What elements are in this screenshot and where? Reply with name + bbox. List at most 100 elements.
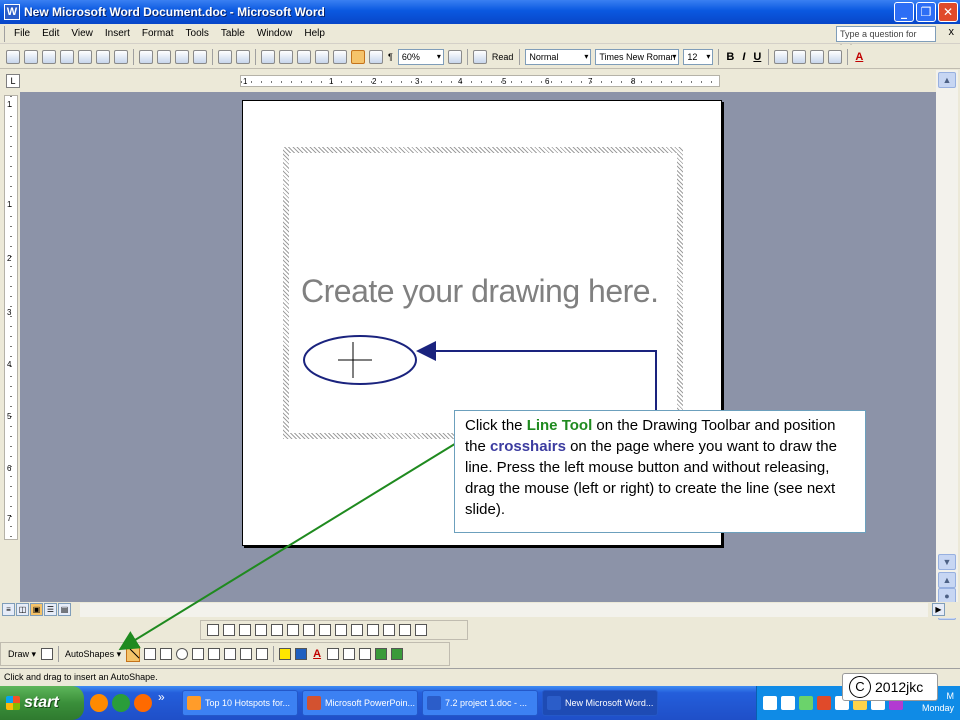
menu-view[interactable]: View	[65, 28, 99, 39]
line-style-icon[interactable]	[335, 624, 347, 636]
set-transparent-icon[interactable]	[399, 624, 411, 636]
reset-picture-icon[interactable]	[415, 624, 427, 636]
normal-view-icon[interactable]: ≡	[2, 603, 15, 616]
start-button[interactable]: start	[0, 686, 84, 720]
line-color-icon[interactable]	[295, 648, 308, 660]
format-picture-icon[interactable]	[383, 624, 395, 636]
more-brightness-icon[interactable]	[271, 624, 283, 636]
close-document-icon[interactable]: x	[949, 26, 955, 38]
quick-launch-chevron[interactable]: »	[158, 690, 165, 704]
firefox-icon[interactable]	[134, 694, 152, 712]
more-contrast-icon[interactable]	[239, 624, 251, 636]
clip-art-icon[interactable]	[240, 648, 253, 660]
bold-button[interactable]: B	[726, 51, 734, 63]
copy-icon[interactable]	[157, 49, 171, 64]
vertical-ruler[interactable]: 1 1 2 3 4 5 6 7	[4, 95, 18, 540]
diagram-icon[interactable]	[224, 648, 237, 660]
format-painter-icon[interactable]	[193, 49, 207, 64]
align-right-icon[interactable]	[810, 49, 825, 64]
line-tool-icon[interactable]	[126, 646, 141, 662]
scroll-right-icon[interactable]: ▶	[932, 603, 945, 616]
scroll-down-icon[interactable]: ▼	[938, 554, 956, 570]
help-search-input[interactable]: Type a question for help	[836, 26, 936, 53]
taskbar-item-new-word-doc[interactable]: New Microsoft Word...	[542, 690, 658, 716]
underline-button[interactable]: U	[753, 51, 761, 63]
draw-menu-button[interactable]: Draw ▾	[8, 649, 36, 660]
insert-picture-icon[interactable]	[256, 648, 269, 660]
help-icon[interactable]	[447, 49, 462, 64]
cut-icon[interactable]	[139, 49, 153, 64]
hyperlink-icon[interactable]	[261, 49, 275, 64]
paste-icon[interactable]	[175, 49, 189, 64]
font-size-select[interactable]: 12	[683, 48, 714, 65]
align-left-icon[interactable]	[774, 49, 789, 64]
taskbar-item-powerpoint[interactable]: Microsoft PowerPoin...	[302, 690, 418, 716]
restore-button[interactable]: ❐	[916, 2, 936, 22]
rectangle-tool-icon[interactable]	[160, 648, 173, 660]
firefox-icon[interactable]	[90, 694, 108, 712]
chrome-icon[interactable]	[112, 694, 130, 712]
reading-layout-icon[interactable]: ▤	[58, 603, 71, 616]
save-icon[interactable]	[42, 49, 56, 64]
drawing-canvas-inner[interactable]: Create your drawing here.	[289, 153, 677, 433]
compress-icon[interactable]	[351, 624, 363, 636]
tab-selector[interactable]: L	[6, 74, 20, 88]
menu-insert[interactable]: Insert	[99, 28, 136, 39]
select-objects-icon[interactable]	[41, 648, 54, 660]
menu-format[interactable]: Format	[136, 28, 180, 39]
print-layout-icon[interactable]: ▣	[30, 603, 43, 616]
drawing-toolbar-icon[interactable]	[351, 49, 365, 64]
scroll-up-icon[interactable]: ▲	[938, 72, 956, 88]
drawing-canvas[interactable]: Create your drawing here.	[283, 147, 683, 439]
text-wrapping-icon[interactable]	[367, 624, 379, 636]
italic-button[interactable]: I	[742, 51, 745, 63]
document-map-icon[interactable]	[369, 49, 383, 64]
insert-picture-icon[interactable]	[207, 624, 219, 636]
less-contrast-icon[interactable]	[255, 624, 267, 636]
outline-view-icon[interactable]: ☰	[44, 603, 57, 616]
redo-icon[interactable]	[236, 49, 250, 64]
justify-icon[interactable]	[828, 49, 843, 64]
print-icon[interactable]	[78, 49, 92, 64]
font-color-button[interactable]: A	[855, 51, 863, 63]
tray-app-icon[interactable]	[763, 696, 777, 710]
fill-color-icon[interactable]	[279, 648, 292, 660]
dash-style-icon[interactable]	[343, 648, 356, 660]
horizontal-ruler[interactable]: 1 1 2 3 4 5 6 7 8	[240, 75, 720, 87]
taskbar-item-hotspots[interactable]: Top 10 Hotspots for...	[182, 690, 298, 716]
style-select[interactable]: Normal	[525, 48, 592, 65]
menu-edit[interactable]: Edit	[36, 28, 65, 39]
spelling-icon[interactable]	[114, 49, 128, 64]
rotate-left-icon[interactable]	[319, 624, 331, 636]
new-document-icon[interactable]	[6, 49, 20, 64]
columns-icon[interactable]	[333, 49, 347, 64]
menu-window[interactable]: Window	[251, 28, 299, 39]
tray-app-icon[interactable]	[817, 696, 831, 710]
menu-tools[interactable]: Tools	[180, 28, 215, 39]
tables-borders-icon[interactable]	[279, 49, 293, 64]
show-hide-pilcrow-icon[interactable]: ¶	[388, 52, 393, 62]
vertical-scrollbar[interactable]: ▲ ▼ ▲ ● ▼	[936, 70, 958, 620]
undo-icon[interactable]	[218, 49, 232, 64]
menu-file[interactable]: File	[8, 28, 36, 39]
arrow-tool-icon[interactable]	[144, 648, 157, 660]
minimize-button[interactable]: _	[894, 2, 914, 22]
text-box-icon[interactable]	[192, 648, 205, 660]
previous-page-icon[interactable]: ▲	[938, 572, 956, 588]
taskbar-item-project-doc[interactable]: 7.2 project 1.doc - ...	[422, 690, 538, 716]
menu-help[interactable]: Help	[298, 28, 331, 39]
word-app-icon[interactable]: W	[4, 4, 20, 20]
insert-excel-icon[interactable]	[315, 49, 329, 64]
web-layout-icon[interactable]: ◫	[16, 603, 29, 616]
read-icon[interactable]	[472, 49, 487, 64]
tray-app-icon[interactable]	[799, 696, 813, 710]
horizontal-scrollbar[interactable]	[80, 603, 928, 617]
line-style-icon[interactable]	[327, 648, 340, 660]
crop-icon[interactable]	[303, 624, 315, 636]
close-button[interactable]: ✕	[938, 2, 958, 22]
print-preview-icon[interactable]	[96, 49, 110, 64]
open-icon[interactable]	[24, 49, 38, 64]
3d-style-icon[interactable]	[391, 648, 404, 660]
oval-tool-icon[interactable]	[176, 648, 189, 660]
tray-app-icon[interactable]	[781, 696, 795, 710]
